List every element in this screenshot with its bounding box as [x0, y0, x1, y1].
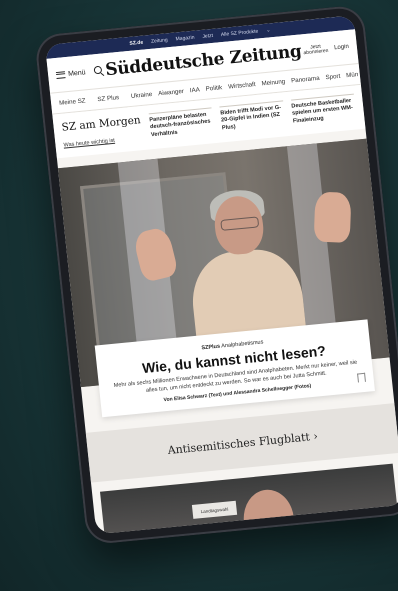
right-hand	[313, 191, 352, 243]
top-link-zeitung[interactable]: Zeitung	[151, 37, 168, 45]
morning-link[interactable]: Was heute wichtig ist	[63, 138, 115, 149]
nav-item-meine-sz[interactable]: Meine SZ	[59, 97, 86, 107]
top-link-produkte[interactable]: Alle SZ Produkte	[221, 28, 259, 38]
top-link-magazin[interactable]: Magazin	[175, 35, 194, 43]
nav-item-ukraine[interactable]: Ukraine	[131, 90, 153, 99]
search-icon[interactable]	[93, 66, 104, 77]
login-link[interactable]: Login	[334, 44, 349, 51]
nav-item-meinung[interactable]: Meinung	[261, 78, 285, 87]
morning-card[interactable]: Panzerpläne belasten deutsch-französisch…	[148, 107, 215, 144]
man-suit	[225, 533, 320, 535]
tablet-screen: SZ.de Zeitung Magazin Jetzt Alle SZ Prod…	[44, 15, 398, 535]
morning-card[interactable]: Biden trifft Modi vor G-20-Gipfel in Ind…	[219, 100, 286, 137]
background: SZ.de Zeitung Magazin Jetzt Alle SZ Prod…	[0, 0, 398, 591]
chevron-down-icon: ⌄	[265, 27, 271, 34]
top-link-szde[interactable]: SZ.de	[129, 40, 143, 47]
nav-item-wirtschaft[interactable]: Wirtschaft	[228, 81, 256, 91]
top-link-jetzt[interactable]: Jetzt	[202, 33, 213, 40]
tablet-device: SZ.de Zeitung Magazin Jetzt Alle SZ Prod…	[34, 4, 398, 546]
nav-item-politik[interactable]: Politik	[205, 84, 222, 93]
sz-plus-badge: SZPlus	[201, 343, 221, 352]
nav-divider	[124, 92, 126, 101]
name-sign: Landtagswahl	[191, 500, 238, 520]
nav-item-iaa[interactable]: IAA	[189, 86, 200, 94]
bookmark-icon[interactable]	[357, 372, 366, 383]
nav-item-aiwanger[interactable]: Aiwanger	[158, 87, 184, 96]
man-head	[240, 487, 297, 535]
section-title: Antisemitisches Flugblatt	[166, 430, 311, 457]
subscribe-line-2: abonnieren	[303, 47, 329, 57]
nav-item-sport[interactable]: Sport	[325, 72, 340, 80]
menu-label: Menü	[67, 68, 86, 78]
menu-button[interactable]: Menü	[55, 68, 86, 79]
morning-intro: SZ am Morgen Was heute wichtig ist	[61, 114, 144, 152]
nav-item-panorama[interactable]: Panorama	[291, 74, 320, 84]
morning-card[interactable]: Deutsche Basketballer spielen um ersten …	[290, 93, 357, 130]
subscribe-link[interactable]: Jetzt abonnieren	[303, 43, 329, 56]
nav-item-muenchen[interactable]: Mün	[346, 71, 359, 79]
chevron-right-icon: ›	[309, 429, 319, 443]
nav-divider	[91, 95, 92, 104]
nav-item-sz-plus[interactable]: SZ Plus	[97, 94, 119, 103]
morning-title: SZ am Morgen	[61, 114, 142, 134]
hamburger-icon	[55, 70, 66, 79]
